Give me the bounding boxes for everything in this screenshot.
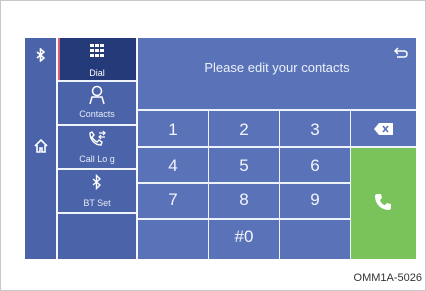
menu-label-call-log: Call Lo g bbox=[79, 154, 115, 164]
grid-divider bbox=[351, 146, 416, 148]
menu-item-call-log[interactable]: Call Lo g bbox=[58, 126, 136, 168]
contacts-prompt: Please edit your contacts bbox=[204, 60, 350, 75]
bluetooth-icon bbox=[58, 173, 136, 198]
menu-label-contacts: Contacts bbox=[79, 109, 115, 119]
phone-icon bbox=[375, 194, 391, 210]
grid-divider bbox=[350, 109, 351, 259]
delete-button[interactable] bbox=[351, 112, 416, 147]
key-9[interactable]: 9 bbox=[280, 184, 350, 219]
key-7[interactable]: 7 bbox=[138, 184, 208, 219]
back-arrow-icon[interactable] bbox=[393, 46, 408, 64]
menu-item-empty bbox=[58, 214, 136, 259]
menu-label-bt-set: BT Set bbox=[83, 198, 111, 208]
grid-divider bbox=[138, 218, 351, 220]
home-icon[interactable] bbox=[25, 138, 56, 159]
key-empty bbox=[138, 220, 208, 259]
key-8[interactable]: 8 bbox=[209, 184, 279, 219]
grid-divider bbox=[138, 146, 351, 148]
call-log-icon bbox=[58, 130, 136, 154]
menu-divider bbox=[58, 80, 136, 82]
grid-divider bbox=[279, 109, 280, 259]
figure-caption: OMM1A-5026 bbox=[353, 272, 422, 284]
menu-divider bbox=[58, 168, 136, 170]
grid-divider bbox=[138, 109, 416, 111]
grid-divider bbox=[138, 182, 351, 184]
menu-divider bbox=[58, 124, 136, 126]
call-button[interactable] bbox=[351, 148, 416, 259]
active-indicator bbox=[58, 38, 60, 80]
dial-panel: Please edit your contacts 1 2 3 4 5 6 7 … bbox=[138, 38, 416, 259]
phone-menu: Dial Contacts Call Lo g BT Set bbox=[58, 38, 136, 259]
menu-item-bt-set[interactable]: BT Set bbox=[58, 170, 136, 212]
backspace-icon bbox=[374, 123, 393, 135]
keypad-icon bbox=[58, 44, 136, 68]
person-icon bbox=[58, 85, 136, 109]
menu-divider bbox=[58, 212, 136, 214]
menu-item-dial[interactable]: Dial bbox=[58, 38, 136, 80]
bluetooth-icon[interactable] bbox=[25, 48, 56, 67]
key-4[interactable]: 4 bbox=[138, 148, 208, 183]
menu-item-contacts[interactable]: Contacts bbox=[58, 81, 136, 123]
key-1[interactable]: 1 bbox=[138, 112, 208, 147]
menu-label-dial: Dial bbox=[89, 68, 105, 78]
key-empty bbox=[280, 220, 350, 259]
left-bar bbox=[25, 38, 56, 259]
key-6[interactable]: 6 bbox=[280, 148, 350, 183]
key-hash-0[interactable]: #0 bbox=[209, 220, 279, 259]
grid-divider bbox=[208, 109, 209, 259]
head-unit-screen: Dial Contacts Call Lo g BT Set Please ed… bbox=[25, 38, 416, 259]
key-3[interactable]: 3 bbox=[280, 112, 350, 147]
key-2[interactable]: 2 bbox=[209, 112, 279, 147]
key-5[interactable]: 5 bbox=[209, 148, 279, 183]
